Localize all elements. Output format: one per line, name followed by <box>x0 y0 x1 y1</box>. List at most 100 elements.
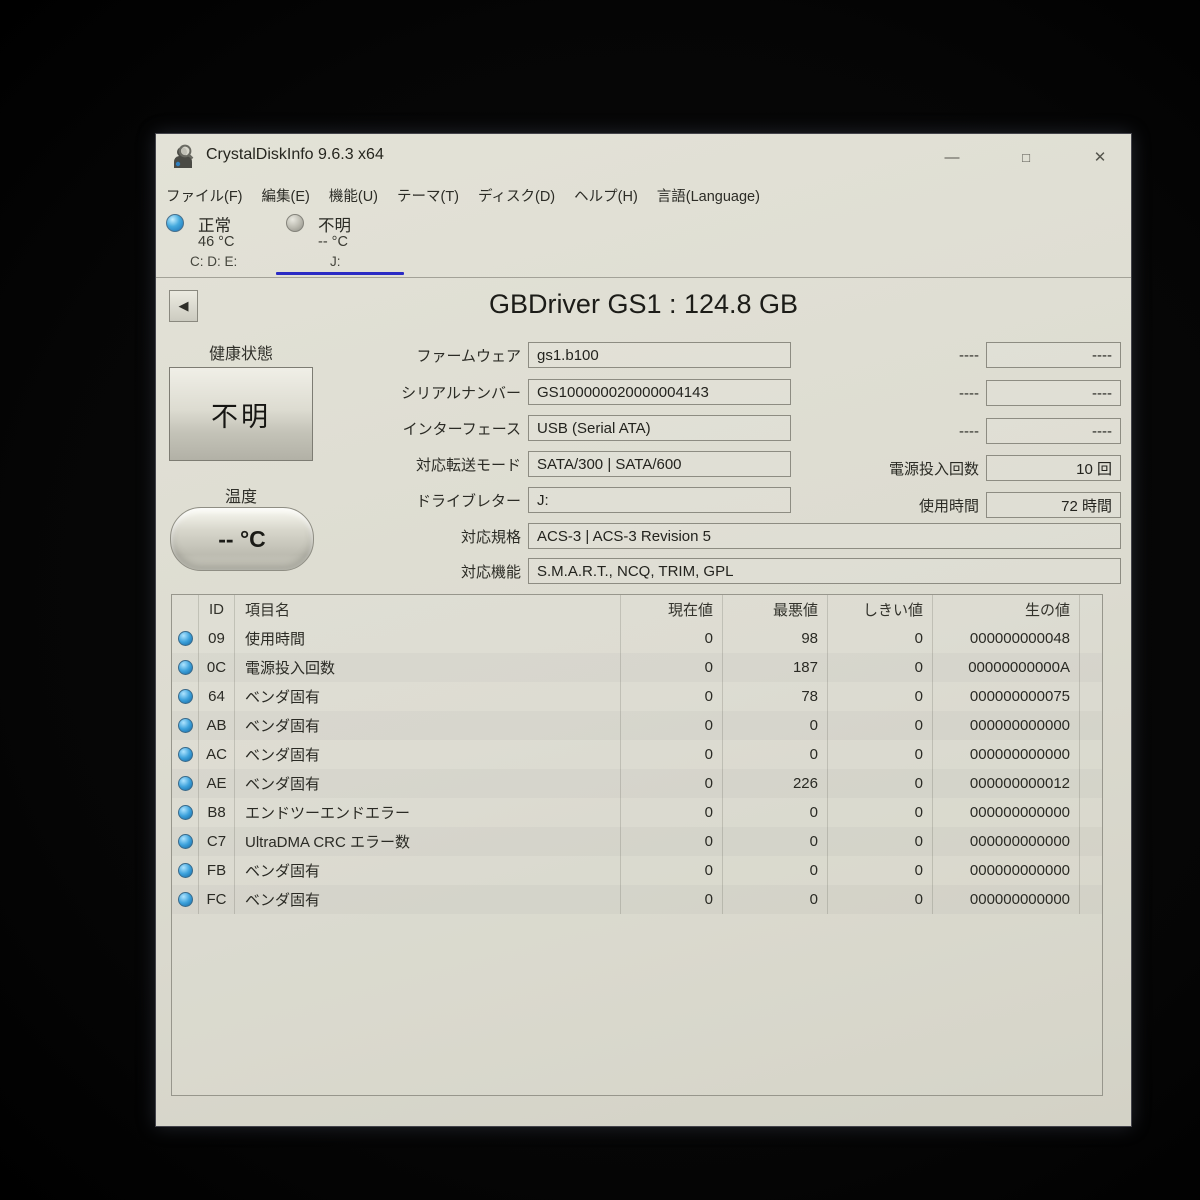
row-current-value: 0 <box>621 827 723 856</box>
row-raw-value: 00000000000A <box>933 653 1080 682</box>
disk-tab-cde[interactable]: 正常 46 °C C: D: E: <box>166 210 271 274</box>
row-current-value: 0 <box>621 798 723 827</box>
row-current-value: 0 <box>621 769 723 798</box>
field-label: ドライブレター <box>415 492 521 510</box>
menu-item[interactable]: 機能(U) <box>329 185 378 206</box>
row-filler <box>1080 682 1102 711</box>
row-id: AE <box>199 769 235 798</box>
smart-table-row[interactable]: AE ベンダ固有 0 226 0 000000000012 <box>172 769 1102 798</box>
header-filler <box>1080 595 1102 624</box>
row-status-cell <box>172 653 199 682</box>
menu-bar: ファイル(F) 編集(E) 機能(U) テーマ(T) ディスク(D) ヘルプ(H… <box>166 180 760 210</box>
status-dot-icon <box>177 892 193 907</box>
field-value: 10 回 <box>986 455 1121 481</box>
status-dot-icon <box>177 863 193 878</box>
row-attribute-name: ベンダ固有 <box>235 856 621 885</box>
row-status-cell <box>172 769 199 798</box>
row-threshold-value: 0 <box>828 682 933 711</box>
header-name: 項目名 <box>235 595 621 624</box>
smart-table-row[interactable]: B8 エンドツーエンドエラー 0 0 0 000000000000 <box>172 798 1102 827</box>
status-dot-icon <box>177 689 193 704</box>
row-threshold-value: 0 <box>828 740 933 769</box>
field-drive-letter: ドライブレター J: <box>248 487 791 513</box>
row-raw-value: 000000000048 <box>933 624 1080 653</box>
row-worst-value: 0 <box>723 885 828 914</box>
menu-item[interactable]: 言語(Language) <box>657 185 760 206</box>
title-bar: CrystalDiskInfo 9.6.3 x64 — □ ✕ <box>156 134 1131 180</box>
field-power-on-count: 電源投入回数 10 回 <box>796 455 1121 481</box>
field-value: ---- <box>986 342 1121 368</box>
row-attribute-name: ベンダ固有 <box>235 740 621 769</box>
row-worst-value: 187 <box>723 653 828 682</box>
smart-table-row[interactable]: AB ベンダ固有 0 0 0 000000000000 <box>172 711 1102 740</box>
maximize-button[interactable]: □ <box>1011 150 1041 165</box>
row-current-value: 0 <box>621 856 723 885</box>
menu-item[interactable]: ヘルプ(H) <box>574 185 638 206</box>
row-id: AC <box>199 740 235 769</box>
menu-item[interactable]: 編集(E) <box>262 185 310 206</box>
disk-tab-j[interactable]: 不明 -- °C J: <box>286 210 406 274</box>
field-unused-1: ---- ---- <box>796 342 1121 368</box>
smart-table-row[interactable]: FC ベンダ固有 0 0 0 000000000000 <box>172 885 1102 914</box>
minimize-button[interactable]: — <box>937 149 967 166</box>
header-worst: 最悪値 <box>723 595 828 624</box>
row-raw-value: 000000000000 <box>933 856 1080 885</box>
header-status <box>172 595 199 624</box>
status-dot-icon <box>177 718 193 733</box>
close-button[interactable]: ✕ <box>1085 148 1115 166</box>
disk-status-dot-unknown <box>286 214 304 232</box>
row-status-cell <box>172 885 199 914</box>
field-value: gs1.b100 <box>528 342 791 368</box>
smart-table-row[interactable]: 64 ベンダ固有 0 78 0 000000000075 <box>172 682 1102 711</box>
field-unused-3: ---- ---- <box>796 418 1121 444</box>
row-filler <box>1080 624 1102 653</box>
disk-drive-letters: J: <box>330 254 341 269</box>
field-firmware: ファームウェア gs1.b100 <box>248 342 791 368</box>
row-status-cell <box>172 827 199 856</box>
row-status-cell <box>172 711 199 740</box>
field-label: 使用時間 <box>918 497 979 515</box>
field-label: インターフェース <box>402 420 521 438</box>
row-raw-value: 000000000000 <box>933 798 1080 827</box>
menu-item[interactable]: ディスク(D) <box>478 185 555 206</box>
row-worst-value: 0 <box>723 827 828 856</box>
row-worst-value: 98 <box>723 624 828 653</box>
row-current-value: 0 <box>621 740 723 769</box>
status-dot-icon <box>177 776 193 791</box>
field-unused-2: ---- ---- <box>796 380 1121 406</box>
row-threshold-value: 0 <box>828 798 933 827</box>
row-threshold-value: 0 <box>828 827 933 856</box>
row-id: C7 <box>199 827 235 856</box>
row-raw-value: 000000000000 <box>933 740 1080 769</box>
crystaldiskinfo-window: CrystalDiskInfo 9.6.3 x64 — □ ✕ ファイル(F) … <box>155 133 1132 1127</box>
row-attribute-name: 電源投入回数 <box>235 653 621 682</box>
row-attribute-name: エンドツーエンドエラー <box>235 798 621 827</box>
smart-table-row[interactable]: C7 UltraDMA CRC エラー数 0 0 0 000000000000 <box>172 827 1102 856</box>
status-dot-icon <box>177 660 193 675</box>
row-attribute-name: ベンダ固有 <box>235 711 621 740</box>
row-threshold-value: 0 <box>828 856 933 885</box>
row-current-value: 0 <box>621 682 723 711</box>
app-icon <box>174 144 194 168</box>
smart-table-row[interactable]: 0C 電源投入回数 0 187 0 00000000000A <box>172 653 1102 682</box>
smart-attribute-table: ID 項目名 現在値 最悪値 しきい値 生の値 09 使用時間 0 98 0 0… <box>171 594 1103 1096</box>
smart-table-row[interactable]: FB ベンダ固有 0 0 0 000000000000 <box>172 856 1102 885</box>
smart-table-row[interactable]: 09 使用時間 0 98 0 000000000048 <box>172 624 1102 653</box>
menu-item[interactable]: テーマ(T) <box>397 185 459 206</box>
status-dot-icon <box>177 747 193 762</box>
row-threshold-value: 0 <box>828 885 933 914</box>
row-worst-value: 0 <box>723 856 828 885</box>
row-filler <box>1080 769 1102 798</box>
header-id: ID <box>199 595 235 624</box>
row-id: FC <box>199 885 235 914</box>
row-id: FB <box>199 856 235 885</box>
row-attribute-name: ベンダ固有 <box>235 682 621 711</box>
status-dot-icon <box>177 631 193 646</box>
row-raw-value: 000000000000 <box>933 827 1080 856</box>
field-label: ---- <box>959 384 979 402</box>
smart-table-row[interactable]: AC ベンダ固有 0 0 0 000000000000 <box>172 740 1102 769</box>
field-value: ---- <box>986 418 1121 444</box>
menu-item[interactable]: ファイル(F) <box>166 185 243 206</box>
field-label: シリアルナンバー <box>401 384 521 402</box>
row-raw-value: 000000000012 <box>933 769 1080 798</box>
